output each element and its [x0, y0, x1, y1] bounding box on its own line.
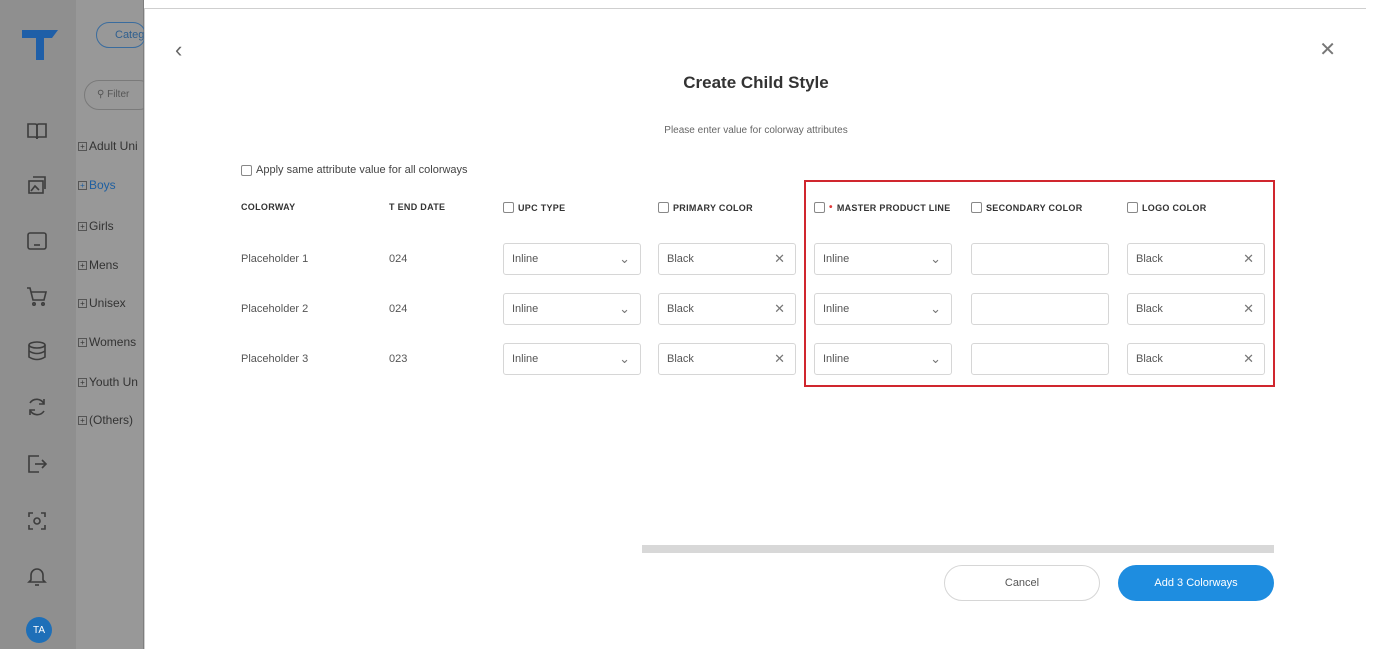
- monitor-icon[interactable]: [24, 228, 50, 254]
- create-child-style-modal: ‹ ✕ Create Child Style Please enter valu…: [144, 8, 1366, 649]
- export-icon[interactable]: [24, 451, 50, 477]
- cancel-button[interactable]: Cancel: [944, 565, 1100, 601]
- modal-subtitle: Please enter value for colorway attribut…: [664, 125, 848, 136]
- category-button[interactable]: Categ: [96, 22, 146, 48]
- upc-type-checkbox[interactable]: [503, 202, 514, 213]
- category-item[interactable]: + Boys: [78, 175, 116, 195]
- primary-color-field[interactable]: Black ✕: [658, 293, 796, 325]
- refresh-icon[interactable]: [24, 394, 50, 420]
- category-item[interactable]: + Girls: [78, 216, 114, 236]
- category-item[interactable]: + Mens: [78, 255, 118, 275]
- upc-type-select[interactable]: Inline ⌄: [503, 293, 641, 325]
- expand-icon[interactable]: +: [78, 416, 87, 426]
- search-icon: ⚲: [97, 89, 105, 100]
- horizontal-scrollbar[interactable]: [642, 545, 1274, 553]
- t-end-date-value: 024: [389, 303, 408, 315]
- database-icon[interactable]: [24, 338, 50, 364]
- column-header-upc-type: UPC TYPE: [503, 202, 565, 213]
- upc-type-select[interactable]: Inline ⌄: [503, 343, 641, 375]
- chevron-down-icon: ⌄: [619, 301, 630, 316]
- clear-icon[interactable]: ✕: [774, 244, 785, 274]
- expand-icon[interactable]: +: [78, 338, 87, 348]
- bell-icon[interactable]: [24, 563, 50, 589]
- book-icon[interactable]: [24, 118, 50, 144]
- apply-all-label: Apply same attribute value for all color…: [256, 164, 468, 176]
- highlight-box: [804, 180, 1275, 387]
- primary-color-field[interactable]: Black ✕: [658, 343, 796, 375]
- avatar[interactable]: TA: [26, 617, 52, 643]
- expand-icon[interactable]: +: [78, 222, 87, 232]
- colorway-name: Placeholder 2: [241, 303, 309, 315]
- chevron-down-icon: ⌄: [619, 251, 630, 266]
- expand-icon[interactable]: +: [78, 299, 87, 309]
- column-header-colorway: COLORWAY: [241, 202, 296, 212]
- t-end-date-value: 024: [389, 253, 408, 265]
- category-item[interactable]: + (Others): [78, 410, 133, 430]
- apply-all-option[interactable]: Apply same attribute value for all color…: [241, 164, 468, 176]
- image-icon[interactable]: [24, 172, 50, 198]
- expand-icon[interactable]: +: [78, 378, 87, 388]
- expand-icon[interactable]: +: [78, 261, 87, 271]
- upc-type-select[interactable]: Inline ⌄: [503, 243, 641, 275]
- filter-placeholder: Filter: [107, 89, 130, 100]
- scan-icon[interactable]: [24, 508, 50, 534]
- back-chevron-icon[interactable]: ‹: [175, 37, 182, 63]
- category-item[interactable]: + Adult Uni: [78, 136, 138, 156]
- category-panel: Categ ⚲ Filter + Adult Uni + Boys + Girls +…: [76, 0, 154, 649]
- app-sidebar: TA: [0, 0, 76, 649]
- expand-icon[interactable]: +: [78, 181, 87, 191]
- add-colorways-button[interactable]: Add 3 Colorways: [1118, 565, 1274, 601]
- cart-icon[interactable]: [24, 283, 50, 309]
- clear-icon[interactable]: ✕: [774, 344, 785, 374]
- primary-color-checkbox[interactable]: [658, 202, 669, 213]
- category-item[interactable]: + Womens: [78, 332, 136, 352]
- app-logo[interactable]: [20, 26, 60, 62]
- column-header-t-end-date: T END DATE: [389, 202, 446, 212]
- chevron-down-icon: ⌄: [619, 351, 630, 366]
- primary-color-field[interactable]: Black ✕: [658, 243, 796, 275]
- column-header-primary-color: PRIMARY COLOR: [658, 202, 753, 213]
- expand-icon[interactable]: +: [78, 142, 87, 152]
- t-end-date-value: 023: [389, 353, 408, 365]
- colorway-name: Placeholder 3: [241, 353, 309, 365]
- colorway-name: Placeholder 1: [241, 253, 309, 265]
- apply-all-checkbox[interactable]: [241, 164, 252, 176]
- modal-title: Create Child Style: [683, 73, 829, 92]
- clear-icon[interactable]: ✕: [774, 294, 785, 324]
- category-item[interactable]: + Youth Un: [78, 372, 138, 392]
- category-item[interactable]: + Unisex: [78, 293, 126, 313]
- close-icon[interactable]: ✕: [1319, 37, 1336, 62]
